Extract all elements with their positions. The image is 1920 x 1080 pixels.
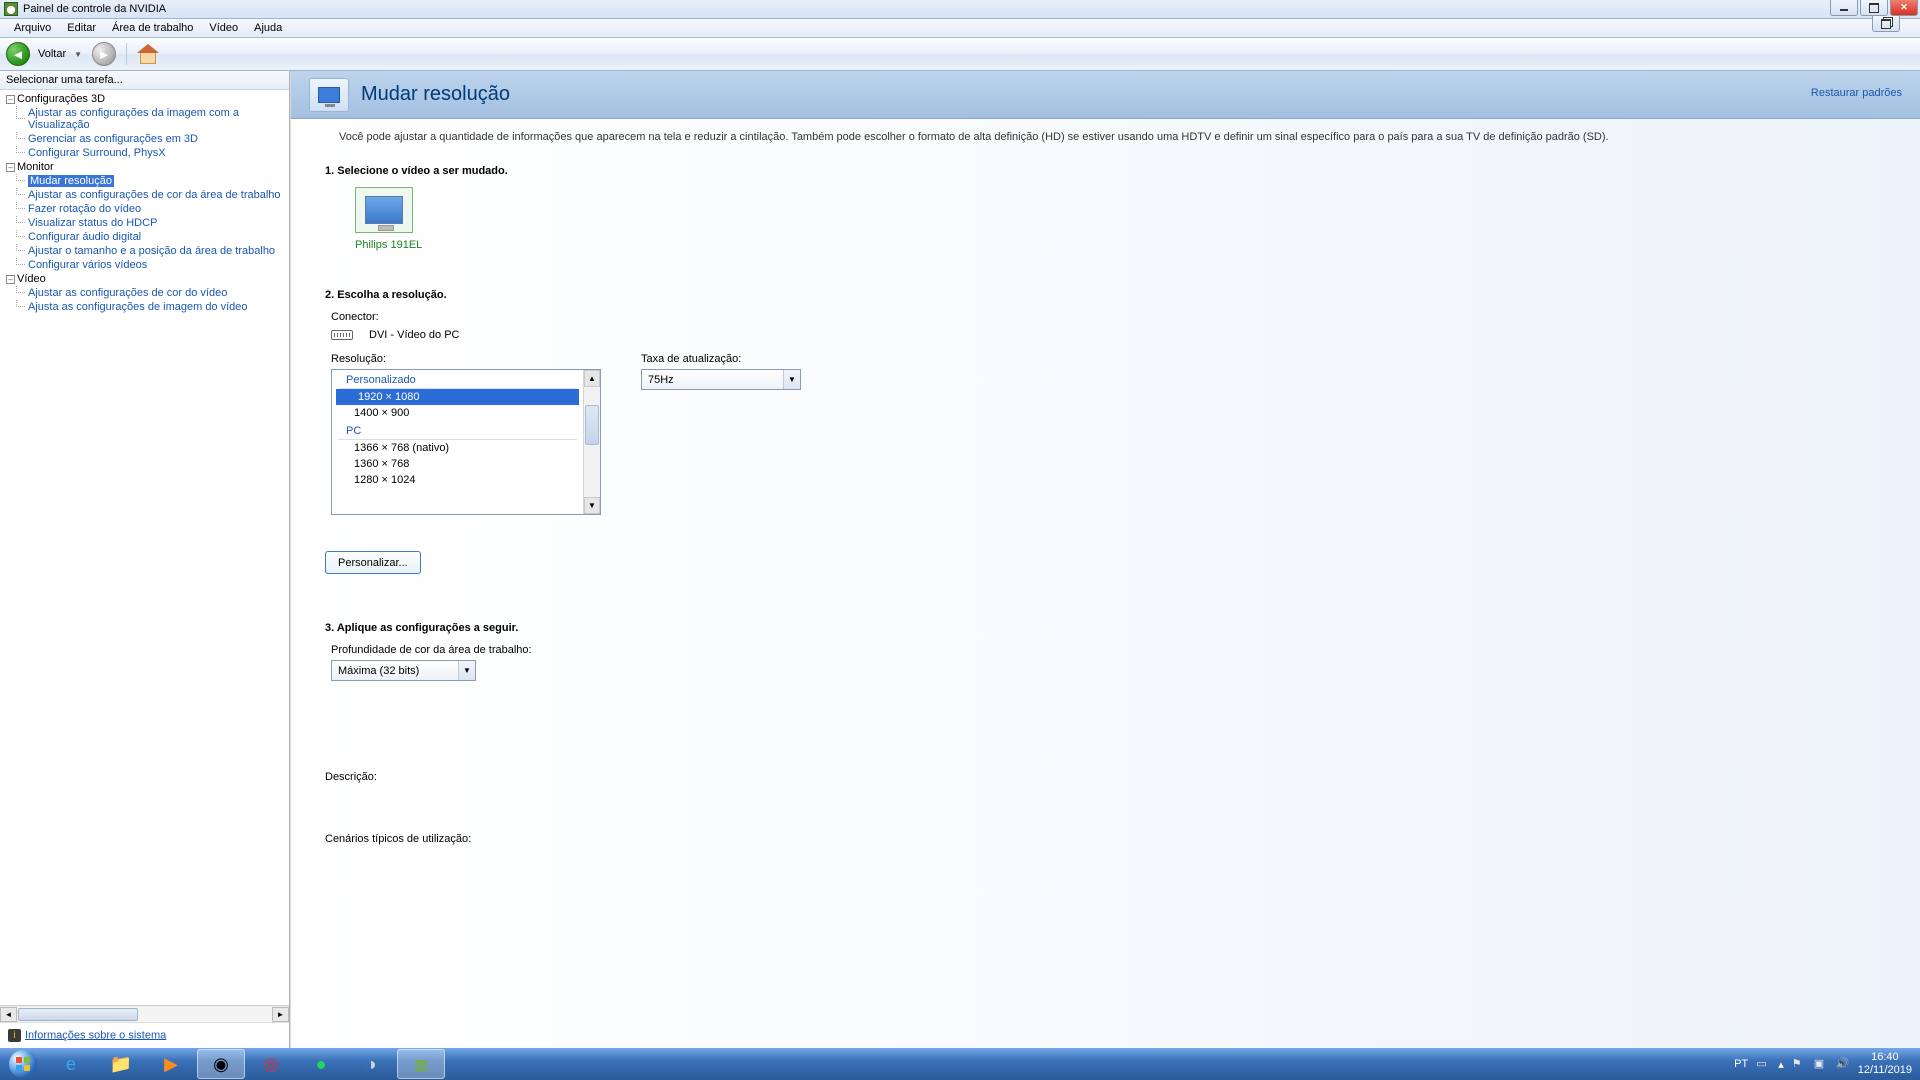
resolution-label: Resolução: [331, 353, 601, 365]
taskbar-steam[interactable]: ◑ [347, 1049, 395, 1079]
description-label: Descrição: [325, 771, 1886, 783]
tray-network-icon[interactable]: ▣ [1814, 1057, 1828, 1071]
page-header: Mudar resolução Restaurar padrões [291, 71, 1920, 119]
start-button[interactable] [0, 1048, 46, 1080]
menu-bar: Arquivo Editar Área de trabalho Vídeo Aj… [0, 19, 1920, 38]
res-option-1920x1080[interactable]: 1920 × 1080 [336, 389, 579, 405]
tree-item-size-position[interactable]: Ajustar o tamanho e a posição da área de… [28, 245, 275, 257]
info-icon: i [8, 1029, 21, 1042]
colordepth-dropdown[interactable]: Máxima (32 bits) ▼ [331, 660, 476, 681]
tree-item-video-image[interactable]: Ajusta as configurações de imagem do víd… [28, 301, 248, 313]
scenarios-label: Cenários típicos de utilização: [325, 833, 1886, 845]
res-option-1400x900[interactable]: 1400 × 900 [332, 405, 583, 421]
restore-defaults-link[interactable]: Restaurar padrões [1811, 87, 1902, 99]
tree-cat-video[interactable]: –Vídeo [2, 272, 289, 286]
tree-cat-monitor[interactable]: –Monitor [2, 160, 289, 174]
system-info-link[interactable]: Informações sobre o sistema [25, 1029, 166, 1041]
window-titlebar: ⬤ Painel de controle da NVIDIA [0, 0, 1920, 19]
nav-toolbar: ◄ Voltar ▼ ► [0, 38, 1920, 71]
menu-arquivo[interactable]: Arquivo [6, 20, 59, 36]
taskbar-app-red[interactable]: ◎ [247, 1049, 295, 1079]
separator [126, 43, 127, 65]
header-monitor-icon [309, 78, 349, 112]
step1-label: 1. Selecione o vídeo a ser mudado. [325, 165, 1886, 177]
tray-volume-icon[interactable]: 🔊 [1836, 1057, 1850, 1071]
tray-battery-icon[interactable]: ▭ [1756, 1057, 1770, 1071]
forward-button[interactable]: ► [92, 42, 116, 66]
restore-button[interactable] [1872, 16, 1900, 32]
res-group-pc: PC [338, 421, 577, 440]
sidebar-header: Selecionar uma tarefa... [0, 71, 289, 90]
menu-ajuda[interactable]: Ajuda [246, 20, 290, 36]
close-button[interactable] [1890, 0, 1918, 16]
connector-label: Conector: [331, 311, 379, 323]
tray-clock[interactable]: 16:4012/11/2019 [1858, 1051, 1912, 1077]
resolution-listbox[interactable]: Personalizado 1920 × 1080 1400 × 900 PC … [331, 369, 601, 515]
taskbar-nvidia-cp[interactable]: ▥ [397, 1049, 445, 1079]
tray-chevron-up-icon[interactable]: ▴ [1778, 1058, 1784, 1071]
tree-item-adjust-image-3d[interactable]: Ajustar as configurações da imagem com a… [28, 107, 239, 131]
display-philips[interactable]: Philips 191EL [355, 187, 422, 251]
res-option-1366x768[interactable]: 1366 × 768 (nativo) [332, 440, 583, 456]
taskbar-wmp[interactable]: ▶ [147, 1049, 195, 1079]
tree-item-video-color[interactable]: Ajustar as configurações de cor do vídeo [28, 287, 227, 299]
tree-cat-3d[interactable]: –Configurações 3D [2, 92, 289, 106]
home-button[interactable] [137, 44, 159, 64]
nvidia-logo-icon: ⬤ [4, 2, 18, 16]
taskbar-explorer[interactable]: 📁 [97, 1049, 145, 1079]
dvi-connector-icon [331, 330, 353, 340]
tree-item-hdcp-status[interactable]: Visualizar status do HDCP [28, 217, 157, 229]
tray-flag-icon[interactable]: ⚑ [1792, 1057, 1806, 1071]
res-option-1360x768[interactable]: 1360 × 768 [332, 456, 583, 472]
main-panel: Mudar resolução Restaurar padrões Você p… [290, 71, 1920, 1048]
intro-text: Você pode ajustar a quantidade de inform… [325, 131, 1886, 143]
tree-item-multiple-displays[interactable]: Configurar vários vídeos [28, 259, 147, 271]
tree-item-manage-3d[interactable]: Gerenciar as configurações em 3D [28, 133, 198, 145]
menu-video[interactable]: Vídeo [201, 20, 246, 36]
refresh-rate-dropdown[interactable]: 75Hz ▼ [641, 369, 801, 390]
system-tray[interactable]: PT ▭ ▴ ⚑ ▣ 🔊 16:4012/11/2019 [1734, 1051, 1920, 1077]
task-sidebar: Selecionar uma tarefa... –Configurações … [0, 71, 290, 1048]
window-title: Painel de controle da NVIDIA [23, 3, 166, 15]
listbox-scrollbar[interactable]: ▲▼ [583, 370, 600, 514]
taskbar-spotify[interactable]: ● [297, 1049, 345, 1079]
taskbar-ie[interactable]: e [47, 1049, 95, 1079]
menu-editar[interactable]: Editar [59, 20, 104, 36]
minimize-button[interactable] [1830, 0, 1858, 16]
display-name: Philips 191EL [355, 239, 422, 251]
refresh-label: Taxa de atualização: [641, 353, 801, 365]
chevron-down-icon: ▼ [783, 370, 800, 389]
tree-item-desktop-color[interactable]: Ajustar as configurações de cor da área … [28, 189, 281, 201]
taskbar-chrome[interactable]: ◉ [197, 1049, 245, 1079]
customize-button[interactable]: Personalizar... [325, 551, 421, 574]
tree-item-change-resolution[interactable]: Mudar resolução [28, 175, 114, 187]
back-history-dropdown[interactable]: ▼ [74, 50, 82, 59]
colordepth-value: Máxima (32 bits) [338, 665, 419, 677]
maximize-button[interactable] [1860, 0, 1888, 16]
chevron-down-icon: ▼ [458, 661, 475, 680]
back-label: Voltar [38, 48, 66, 60]
step2-label: 2. Escolha a resolução. [325, 289, 1886, 301]
tree-item-surround-physx[interactable]: Configurar Surround, PhysX [28, 147, 166, 159]
colordepth-label: Profundidade de cor da área de trabalho: [331, 644, 1886, 656]
res-group-custom: Personalizado [338, 370, 577, 389]
tree-item-rotate-display[interactable]: Fazer rotação do vídeo [28, 203, 141, 215]
tray-lang[interactable]: PT [1734, 1058, 1748, 1070]
refresh-rate-value: 75Hz [648, 374, 674, 386]
task-tree[interactable]: –Configurações 3D Ajustar as configuraçõ… [0, 90, 289, 1005]
connector-value: DVI - Vídeo do PC [369, 329, 460, 341]
back-button[interactable]: ◄ [6, 42, 30, 66]
page-title: Mudar resolução [361, 83, 510, 106]
step3-label: 3. Aplique as configurações a seguir. [325, 622, 1886, 634]
tree-item-digital-audio[interactable]: Configurar áudio digital [28, 231, 141, 243]
windows-taskbar[interactable]: e 📁 ▶ ◉ ◎ ● ◑ ▥ PT ▭ ▴ ⚑ ▣ 🔊 16:4012/11/… [0, 1048, 1920, 1080]
menu-area-trabalho[interactable]: Área de trabalho [104, 20, 201, 36]
res-option-1280x1024[interactable]: 1280 × 1024 [332, 472, 583, 488]
monitor-icon [365, 196, 403, 224]
sidebar-hscrollbar[interactable]: ◄► [0, 1005, 289, 1022]
